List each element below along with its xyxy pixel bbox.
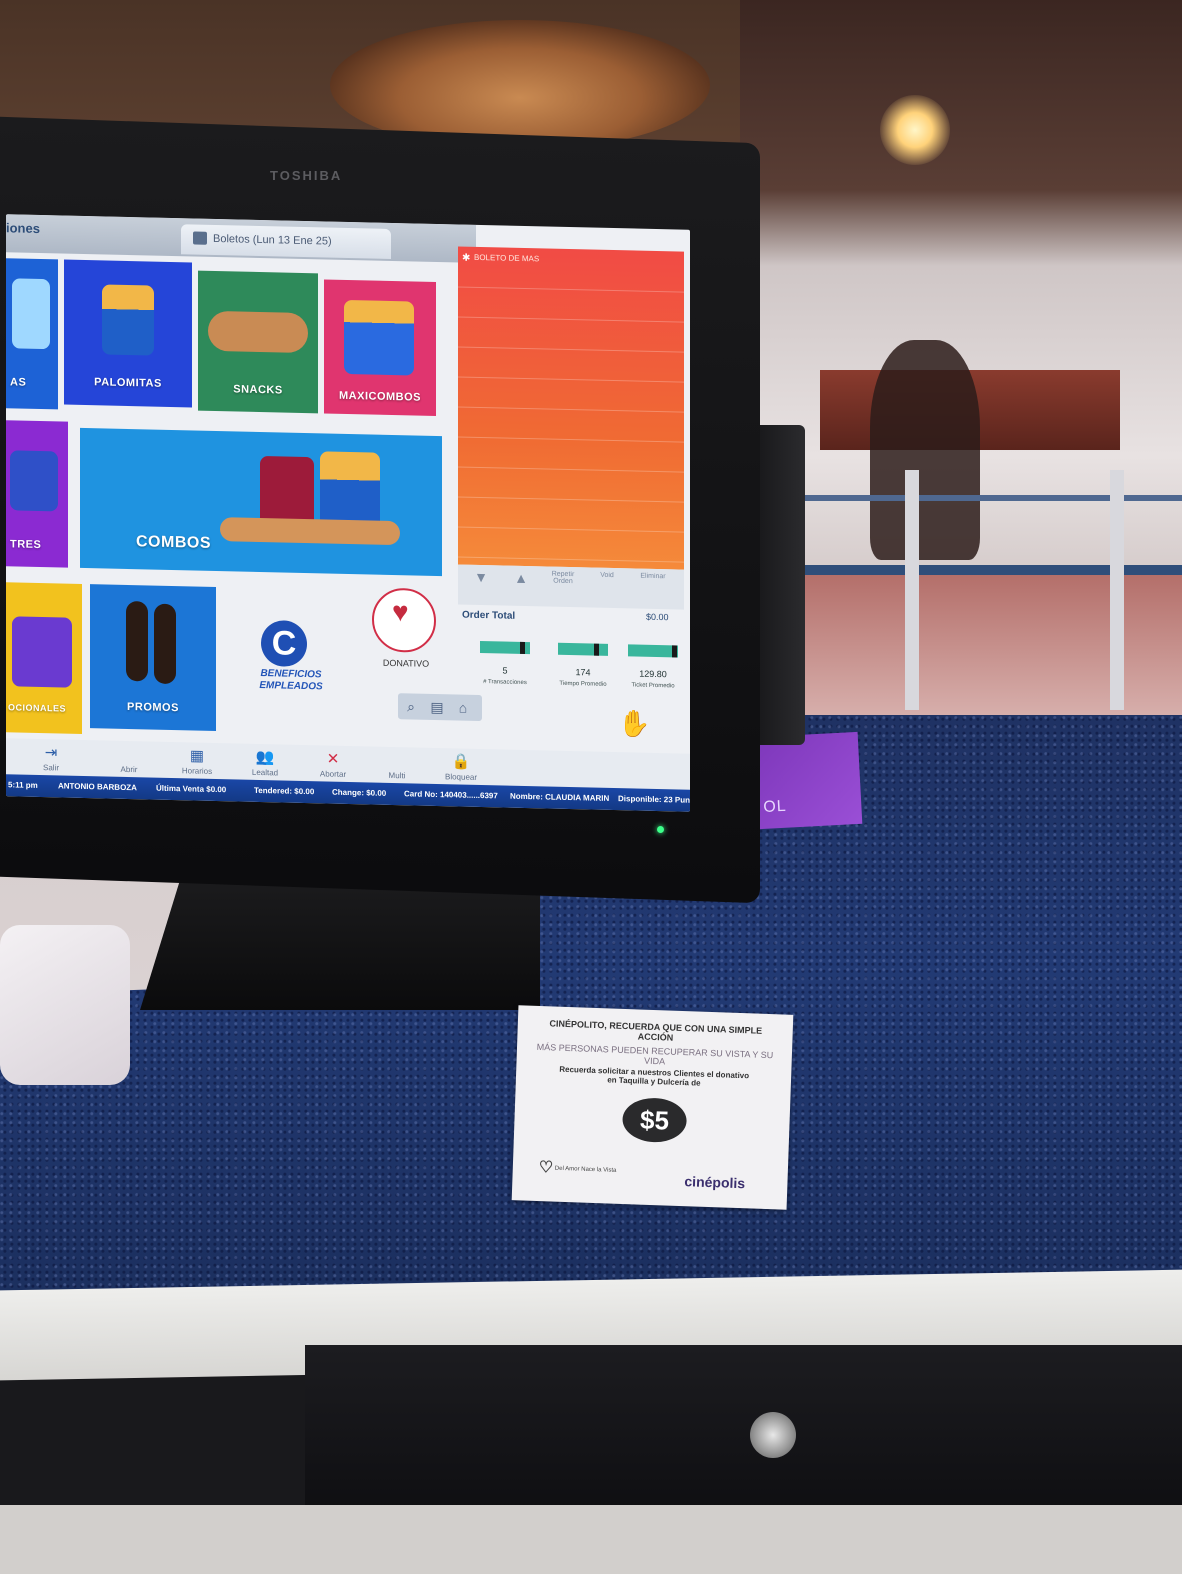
queue-post bbox=[1110, 470, 1124, 710]
tile-promos-label: PROMOS bbox=[127, 700, 179, 715]
gauge-value: 129.80 bbox=[639, 668, 667, 680]
maxicombo-image bbox=[344, 299, 414, 376]
tile-combos[interactable]: COMBOS bbox=[80, 427, 442, 577]
delete-button[interactable]: Eliminar bbox=[634, 572, 672, 581]
keyboard-icon[interactable]: ▤ bbox=[424, 694, 450, 721]
beneficios-empleados-button[interactable]: C BENEFICIOS EMPLEADOS bbox=[241, 620, 341, 722]
gauge-tiempo: 174 Tiempo Promedio bbox=[554, 629, 612, 692]
gauge-value: 174 bbox=[575, 667, 591, 678]
dessert-image bbox=[10, 450, 58, 512]
drink-image bbox=[12, 278, 50, 350]
tile-maxicombos-label: MAXICOMBOS bbox=[339, 389, 421, 404]
gauge-label: # Transacciones bbox=[483, 679, 527, 687]
tab-boletos-label: Boletos (Lun 13 Ene 25) bbox=[213, 232, 332, 248]
cinepolis-c-icon: C bbox=[261, 620, 307, 668]
tile-promocionales-label: OCIONALES bbox=[8, 702, 67, 714]
status-tendered: Tendered: $0.00 bbox=[254, 785, 315, 797]
tile-snacks-label: SNACKS bbox=[233, 383, 283, 397]
order-item-icon: ✱ bbox=[462, 252, 471, 264]
tile-palomitas-label: PALOMITAS bbox=[94, 376, 162, 390]
tile-snacks[interactable]: SNACKS bbox=[198, 270, 318, 414]
open-icon bbox=[98, 744, 160, 765]
napkins bbox=[0, 925, 130, 1085]
scroll-down-icon[interactable]: ▼ bbox=[462, 569, 500, 586]
heart-icon: ♡ bbox=[538, 1159, 554, 1177]
monitor-stand bbox=[140, 880, 540, 1010]
tile-postres-label: TRES bbox=[10, 538, 42, 552]
customers bbox=[870, 340, 980, 560]
exit-icon: ⇥ bbox=[44, 744, 58, 762]
lock-icon: 🔒 bbox=[451, 753, 471, 771]
tile-bebidas[interactable]: AS bbox=[6, 258, 58, 410]
gauge-ticket: 129.80 Ticket Promedio bbox=[624, 630, 682, 693]
status-change: Change: $0.00 bbox=[332, 787, 387, 798]
status-available: Disponible: 23 Puntos bbox=[618, 794, 690, 806]
tab-promociones[interactable]: iones bbox=[6, 220, 40, 236]
drawer-lock[interactable] bbox=[750, 1412, 796, 1458]
card-amount: $5 bbox=[621, 1096, 688, 1144]
repeat-order-button[interactable]: Repetir Orden bbox=[544, 570, 582, 585]
users-icon: 👥 bbox=[255, 748, 275, 767]
status-operator: ANTONIO BARBOZA bbox=[58, 781, 137, 793]
status-time: 5:11 pm bbox=[8, 780, 38, 790]
tile-promocionales[interactable]: OCIONALES bbox=[6, 582, 82, 734]
multi-icon bbox=[366, 750, 428, 771]
popcorn-image bbox=[102, 284, 154, 356]
icecream-image bbox=[154, 603, 176, 685]
order-item: BOLETO DE MAS bbox=[474, 252, 540, 264]
soda-image bbox=[260, 456, 314, 528]
tile-palomitas[interactable]: PALOMITAS bbox=[64, 259, 192, 408]
home-icon[interactable]: ⌂ bbox=[450, 694, 476, 721]
card-title: CINÉPOLITO, RECUERDA QUE CON UNA SIMPLE … bbox=[549, 1018, 763, 1043]
tile-bebidas-label: AS bbox=[10, 376, 27, 389]
queue-rail-upper bbox=[800, 495, 1182, 501]
floor bbox=[0, 1505, 1182, 1574]
promo-cup-image bbox=[12, 616, 72, 688]
scroll-up-icon[interactable]: ▲ bbox=[502, 569, 540, 586]
tile-promos[interactable]: PROMOS bbox=[90, 584, 216, 732]
status-card: Card No: 140403......6397 bbox=[404, 789, 498, 801]
order-total-label: Order Total bbox=[462, 609, 516, 622]
power-led bbox=[657, 826, 664, 833]
cash-drawer bbox=[305, 1345, 1182, 1510]
gauge-value: 5 bbox=[502, 665, 508, 676]
tile-maxicombos[interactable]: MAXICOMBOS bbox=[324, 279, 436, 416]
ceiling-light bbox=[880, 95, 950, 165]
void-button[interactable]: Void bbox=[588, 571, 626, 579]
status-last-sale: Última Venta $0.00 bbox=[156, 783, 227, 795]
monitor-brand: TOSHIBA bbox=[270, 168, 343, 183]
order-total-value: $0.00 bbox=[646, 611, 669, 623]
tab-boletos[interactable]: Boletos (Lun 13 Ene 25) bbox=[181, 224, 391, 259]
icecream-image bbox=[126, 600, 148, 682]
del-amor-logo: ♡ Del Amor Nace la Vista bbox=[538, 1159, 617, 1177]
snacks-image bbox=[208, 310, 308, 354]
gauge-label: Ticket Promedio bbox=[631, 682, 675, 690]
gauge-transacciones: 5 # Transacciones bbox=[476, 627, 534, 690]
donation-card: CINÉPOLITO, RECUERDA QUE CON UNA SIMPLE … bbox=[511, 1005, 794, 1210]
close-icon: ✕ bbox=[326, 750, 340, 768]
order-controls: ▼ ▲ Repetir Orden Void Eliminar bbox=[458, 564, 684, 610]
background-scene: OL TOSHIBA iones Boletos (Lun 13 Ene 25)… bbox=[0, 0, 1182, 1574]
donativo-button[interactable]: DONATIVO bbox=[366, 587, 446, 689]
order-list[interactable]: ✱ BOLETO DE MAS bbox=[458, 246, 684, 570]
search-icon[interactable]: ⌕ bbox=[398, 693, 424, 720]
donation-hands-icon[interactable]: ✋ bbox=[618, 708, 650, 740]
queue-rail bbox=[800, 565, 1182, 575]
status-name: Nombre: CLAUDIA MARIN bbox=[510, 791, 610, 803]
pos-screen: iones Boletos (Lun 13 Ene 25) AS PALOMIT… bbox=[6, 214, 690, 812]
cinepolis-logo: cinépolis bbox=[684, 1173, 746, 1192]
utility-bar: ⌕ ▤ ⌂ bbox=[398, 693, 482, 722]
promo-card-text: OL bbox=[762, 797, 788, 816]
ticket-icon bbox=[193, 231, 207, 245]
queue-post bbox=[905, 470, 919, 710]
gauge-label: Tiempo Promedio bbox=[559, 680, 607, 688]
heart-icon bbox=[372, 587, 436, 653]
calendar-icon: ▦ bbox=[189, 747, 205, 765]
donativo-label: DONATIVO bbox=[382, 657, 430, 669]
tile-postres[interactable]: TRES bbox=[6, 420, 68, 568]
beneficios-label: BENEFICIOS EMPLEADOS bbox=[259, 668, 323, 693]
